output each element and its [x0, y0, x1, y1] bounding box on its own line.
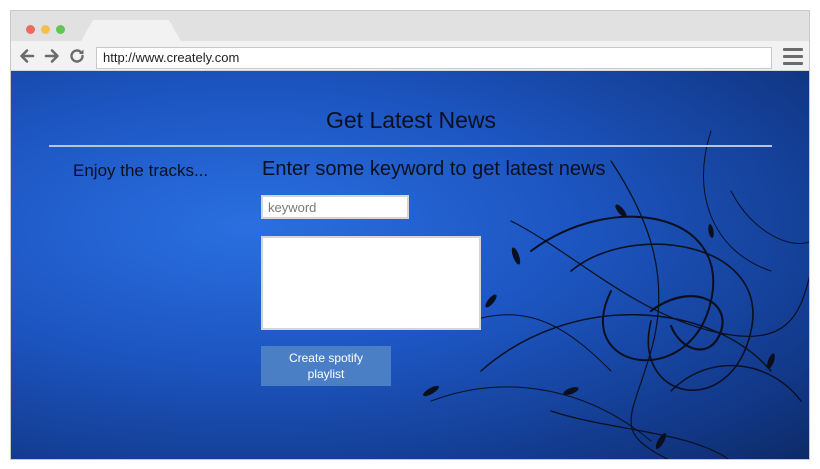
- title-divider: [49, 145, 772, 147]
- maximize-window-button[interactable]: [56, 25, 65, 34]
- page-content: Get Latest News Enjoy the tracks... Ente…: [11, 71, 809, 459]
- news-results-textarea[interactable]: [261, 236, 481, 330]
- arrow-right-icon[interactable]: [43, 47, 61, 65]
- create-spotify-playlist-button[interactable]: Create spotify playlist: [261, 346, 391, 386]
- browser-tab[interactable]: [81, 20, 181, 41]
- hamburger-menu-icon[interactable]: [783, 48, 803, 66]
- title-bar: [11, 11, 809, 41]
- sidebar-text: Enjoy the tracks...: [73, 161, 209, 180]
- keyword-input[interactable]: [261, 195, 409, 219]
- page-title: Get Latest News: [325, 107, 497, 133]
- arrow-left-icon[interactable]: [18, 47, 36, 65]
- keyword-prompt: Enter some keyword to get latest news: [262, 158, 606, 180]
- browser-toolbar: http://www.creately.com: [11, 41, 809, 71]
- address-bar[interactable]: http://www.creately.com: [96, 47, 772, 69]
- reload-icon[interactable]: [68, 47, 86, 65]
- browser-window: http://www.creately.com Get Latest News …: [10, 10, 810, 460]
- minimize-window-button[interactable]: [41, 25, 50, 34]
- close-window-button[interactable]: [26, 25, 35, 34]
